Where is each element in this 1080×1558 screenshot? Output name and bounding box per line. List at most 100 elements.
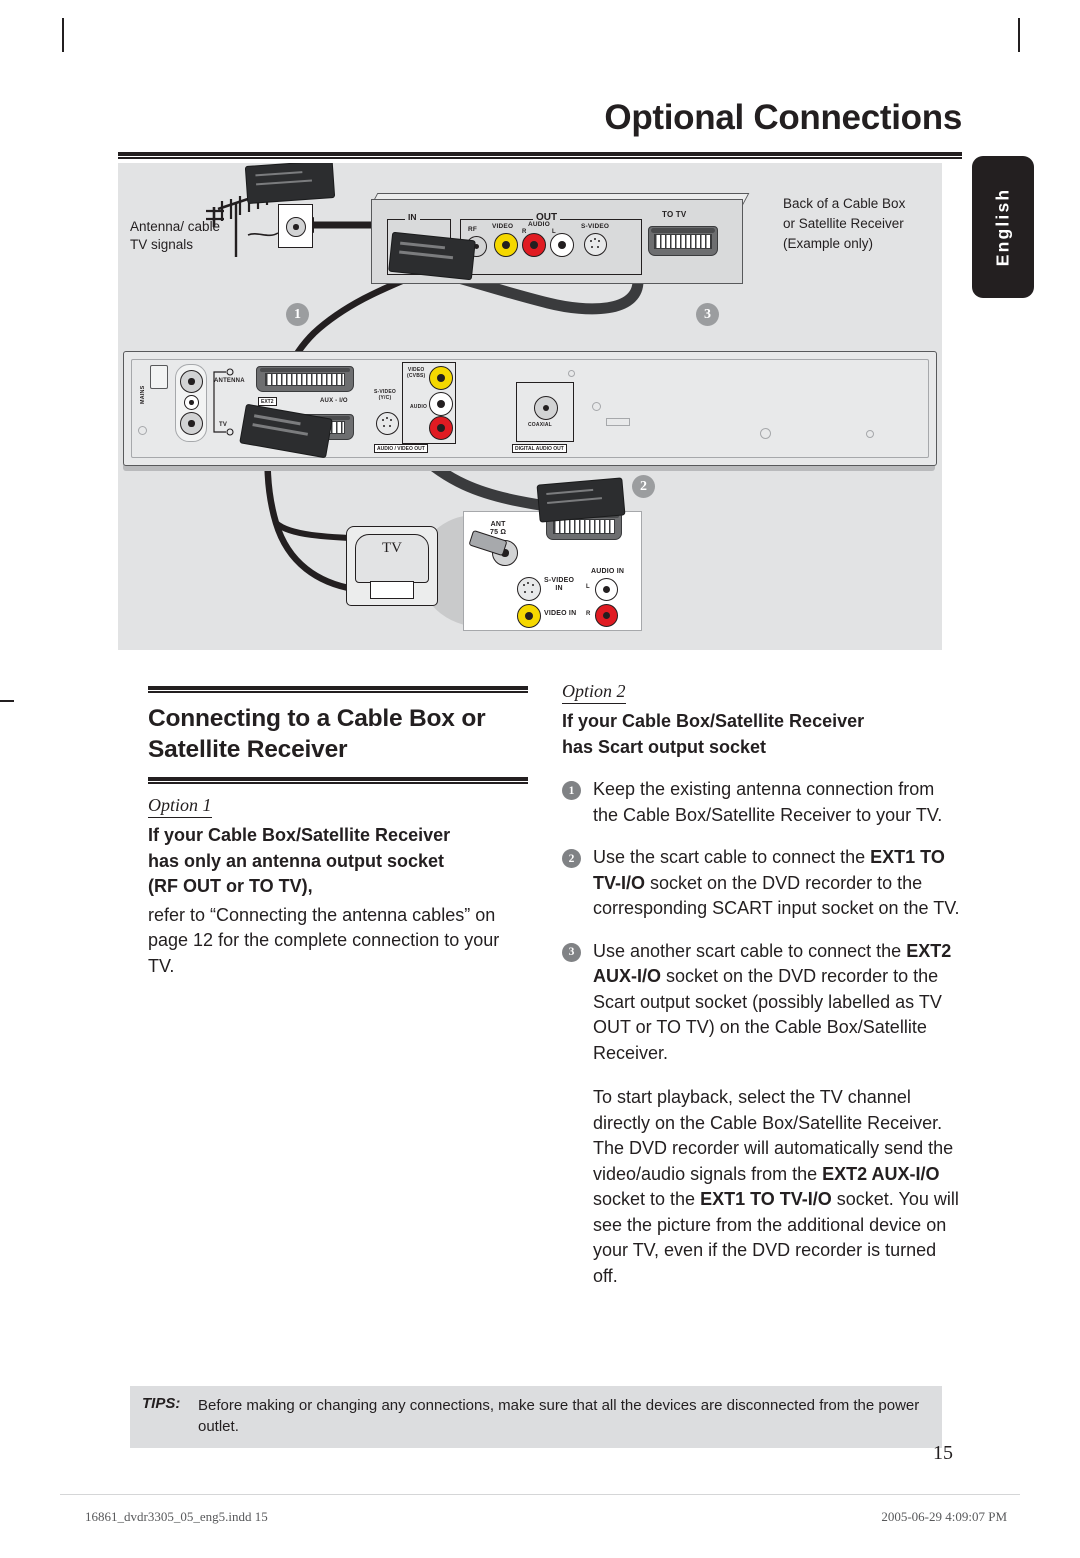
dvd-audio-label: AUDIO — [410, 404, 428, 410]
diagram-badge-3: 3 — [696, 303, 719, 326]
cable-box-audio-r-label: R — [522, 229, 527, 235]
step-2-text: Use the scart cable to connect the EXT1 … — [593, 845, 962, 922]
dvd-digital-audio-out-label: DIGITAL AUDIO OUT — [512, 444, 567, 453]
left-column: Connecting to a Cable Box or Satellite R… — [148, 686, 528, 979]
option-1-lead-line1: If your Cable Box/Satellite Receiver — [148, 825, 451, 845]
footer-divider — [60, 1494, 1020, 1495]
crop-mark-top-right — [1018, 18, 1020, 52]
tv-audio-r-in-jack — [595, 604, 618, 627]
panel-screw-1 — [568, 370, 575, 377]
dvd-svideo-out-jack — [376, 412, 399, 435]
footer: 16861_dvdr3305_05_eng5.indd 15 2005-06-2… — [0, 1509, 1080, 1539]
crop-mark-left — [0, 700, 14, 702]
cable-box-rf-label: RF — [468, 226, 478, 233]
language-tab-label: English — [992, 187, 1013, 267]
cable-box-to-tv-label: TO TV — [662, 210, 687, 219]
scart-plug-cable-box — [388, 231, 476, 281]
cable-box-audio-r-jack — [522, 233, 546, 257]
tv-controls — [370, 581, 414, 599]
playback-note-socket1: EXT2 AUX-I/O — [822, 1163, 940, 1184]
panel-screw-3 — [760, 428, 771, 439]
diagram-badge-1: 1 — [286, 303, 309, 326]
section-rule-bottom — [148, 777, 528, 784]
tv-rear-panel: ANT 75 Ω S-VIDEO IN VIDEO IN AUDIO IN L … — [463, 511, 642, 631]
cable-box-in-label: IN — [405, 212, 420, 222]
panel-screw-5 — [138, 426, 147, 435]
footer-timestamp: 2005-06-29 4:09:07 PM — [881, 1509, 1007, 1524]
dvd-mains-socket — [150, 365, 168, 389]
dvd-coaxial-jack — [534, 396, 558, 420]
cable-box-audio-l-jack — [550, 233, 574, 257]
playback-note-socket2: EXT1 TO TV-I/O — [700, 1189, 832, 1209]
tv-svideo-in-jack — [517, 577, 541, 601]
playback-note: To start playback, select the TV channel… — [562, 1085, 962, 1289]
crop-mark-top-left — [62, 18, 64, 52]
tips-box: TIPS: Before making or changing any conn… — [130, 1386, 942, 1448]
dvd-svideo-label: S-VIDEO (Y/C) — [374, 389, 396, 401]
step-1: 1 Keep the existing antenna connection f… — [562, 777, 962, 828]
option-2-lead-line2: has Scart output socket — [562, 736, 767, 757]
dvd-antenna-in-jack — [180, 370, 203, 393]
playback-note-part2: socket to the — [593, 1189, 701, 1209]
dvd-tv-out-jack — [180, 412, 203, 435]
dvd-audio-video-out-label: AUDIO / VIDEO OUT — [374, 444, 428, 453]
tv-video-in-label: VIDEO IN — [544, 610, 577, 617]
step-3: 3 Use another scart cable to connect the… — [562, 939, 962, 1067]
cable-box-caption-line2: or Satellite Receiver — [783, 216, 904, 231]
connection-diagram: Antenna/ cable TV signals IN OUT RF VIDE… — [118, 163, 942, 650]
dvd-aux-io-label: AUX - I/O — [320, 398, 348, 404]
tv-audio-l-in-jack — [595, 578, 618, 601]
scart-plug-tv — [536, 477, 626, 523]
tv-screen-label: TV — [382, 540, 402, 556]
dvd-video-cvbs-label: VIDEO (CVBS) — [407, 367, 426, 379]
option-1-body: refer to “Connecting the antenna cables”… — [148, 904, 500, 976]
page-number: 15 — [933, 1442, 953, 1464]
title-divider — [118, 152, 962, 159]
step-2-text-a: Use the scart cable to connect the — [593, 847, 871, 867]
dvd-video-out-jack — [429, 366, 453, 390]
tips-text: Before making or changing any connection… — [198, 1397, 920, 1435]
panel-screw-2 — [592, 402, 601, 411]
cable-box-caption-line1: Back of a Cable Box — [783, 196, 906, 211]
step-2-number: 2 — [562, 849, 581, 868]
dvd-audio-r-out-jack — [429, 416, 453, 440]
wall-outlet-coax-jack — [286, 217, 306, 237]
option-1-lead: If your Cable Box/Satellite Receiver has… — [148, 823, 528, 900]
cable-box-to-tv-scart-socket — [648, 226, 718, 256]
scart-plug-dvd-ext2 — [244, 163, 336, 205]
tv-set: TV — [346, 526, 438, 606]
cable-box-caption-line3: (Example only) — [783, 236, 874, 251]
option-2-lead-line1: If your Cable Box/Satellite Receiver — [562, 711, 865, 731]
step-3-text-a: Use another scart cable to connect the — [593, 940, 907, 961]
panel-screw-4 — [866, 430, 874, 438]
right-column: Option 2 If your Cable Box/Satellite Rec… — [562, 681, 962, 1289]
dvd-antenna-spare-jack — [184, 395, 199, 410]
option-1-label: Option 1 — [148, 795, 212, 818]
section-heading: Connecting to a Cable Box or Satellite R… — [148, 705, 486, 763]
step-1-number: 1 — [562, 781, 581, 800]
option-2-lead: If your Cable Box/Satellite Receiver has… — [562, 709, 962, 760]
dvd-mains-label: MAINS — [140, 385, 146, 404]
dvd-ext2-label: EXT2 — [258, 397, 277, 406]
dvd-antenna-bracket — [213, 368, 234, 436]
page-title: Optional Connections — [604, 98, 962, 137]
section-rule-top — [148, 686, 528, 693]
language-tab: English — [972, 156, 1034, 298]
option-1-lead-line2: has only an antenna output socket — [148, 850, 445, 871]
footer-filename: 16861_dvdr3305_05_eng5.indd 15 — [85, 1509, 268, 1524]
step-3-text: Use another scart cable to connect the E… — [593, 939, 962, 1067]
step-2: 2 Use the scart cable to connect the EXT… — [562, 845, 962, 922]
step-3-number: 3 — [562, 942, 581, 962]
diagram-badge-2: 2 — [632, 475, 655, 498]
panel-vent — [606, 418, 630, 426]
tips-label: TIPS: — [142, 1395, 181, 1412]
antenna-label-line1: Antenna/ cable — [130, 219, 221, 234]
cable-box-video-label: VIDEO — [492, 223, 514, 230]
tv-audio-in-label: AUDIO IN — [591, 568, 625, 575]
tv-audio-r-label: R — [586, 611, 591, 617]
cable-box-svideo-label: S-VIDEO — [581, 223, 610, 230]
dvd-ext2-scart-socket — [256, 366, 354, 392]
option-1-lead-line3: (RF OUT or TO TV), — [148, 876, 313, 896]
tv-ant-label: ANT 75 Ω — [490, 521, 507, 536]
step-1-text: Keep the existing antenna connection fro… — [593, 779, 943, 825]
